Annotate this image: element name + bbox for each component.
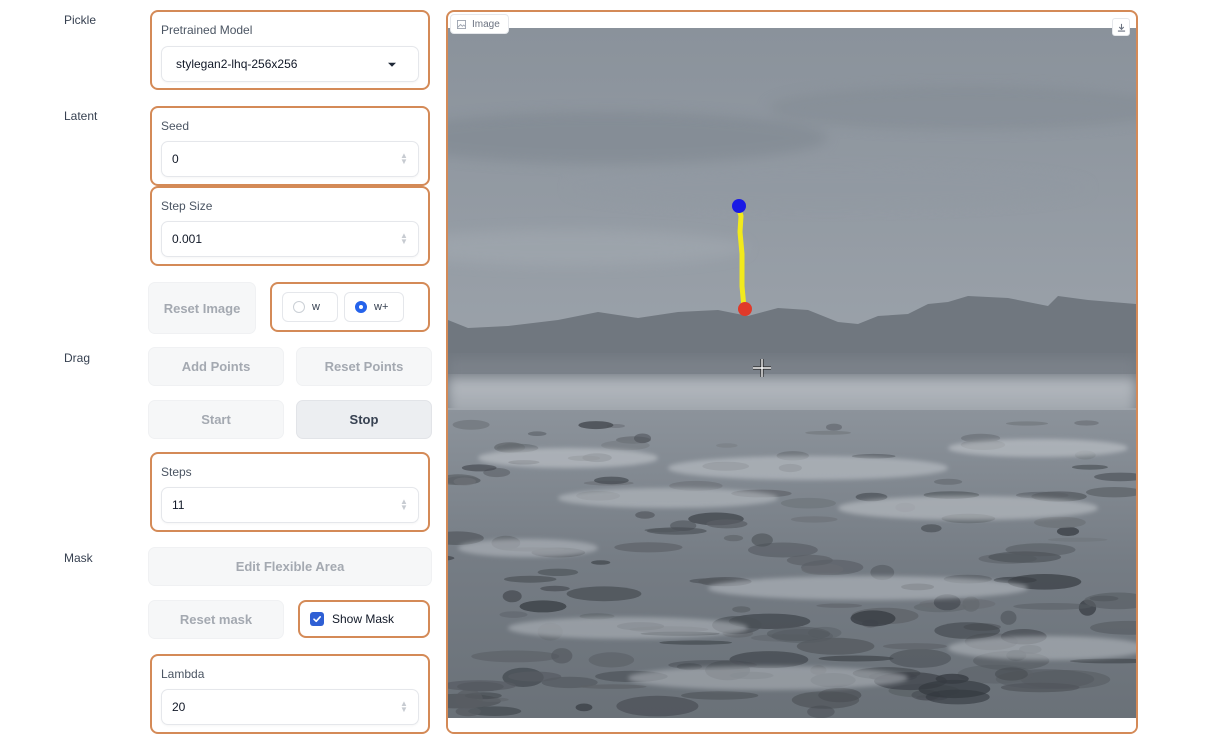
add-points-button[interactable]: Add Points <box>148 347 284 386</box>
reset-points-button[interactable]: Reset Points <box>296 347 432 386</box>
start-button[interactable]: Start <box>148 400 284 439</box>
seed-label: Seed <box>161 119 190 133</box>
pretrained-model-block: Pretrained Model stylegan2-lhq-256x256 <box>150 10 430 90</box>
pretrained-model-label: Pretrained Model <box>161 23 253 37</box>
steps-input[interactable]: 11 ▲ ▼ <box>161 487 419 523</box>
lambda-input[interactable]: 20 ▲ ▼ <box>161 689 419 725</box>
chevron-down-icon <box>388 62 396 67</box>
download-icon[interactable] <box>1112 18 1130 36</box>
handle-point[interactable] <box>732 199 746 213</box>
radio-w-label: w <box>312 301 320 313</box>
lambda-value: 20 <box>172 700 186 714</box>
pretrained-model-value: stylegan2-lhq-256x256 <box>176 57 298 71</box>
seed-value: 0 <box>172 152 179 166</box>
radio-selected-icon <box>355 301 367 313</box>
image-panel: Image <box>446 10 1138 734</box>
step-size-input[interactable]: 0.001 ▲ ▼ <box>161 221 419 257</box>
reset-image-button[interactable]: Reset Image <box>148 282 256 334</box>
lambda-block: Lambda 20 ▲ ▼ <box>150 654 430 734</box>
radio-w-plus-label: w+ <box>374 301 389 313</box>
section-label-drag: Drag <box>64 351 91 365</box>
steps-block: Steps 11 ▲ ▼ <box>150 452 430 532</box>
step-size-block: Step Size 0.001 ▲ ▼ <box>150 186 430 266</box>
edit-flexible-area-button[interactable]: Edit Flexible Area <box>148 547 432 586</box>
spinner-icon[interactable]: ▲ ▼ <box>400 498 408 512</box>
image-bottom-strip <box>448 718 1136 732</box>
step-size-value: 0.001 <box>172 232 203 246</box>
radio-w[interactable]: w <box>282 292 338 322</box>
image-tag-label: Image <box>472 18 500 30</box>
step-size-label: Step Size <box>161 199 213 213</box>
steps-label: Steps <box>161 465 192 479</box>
steps-value: 11 <box>172 498 185 512</box>
latent-space-radio-group: w w+ <box>270 282 430 332</box>
pretrained-model-dropdown[interactable]: stylegan2-lhq-256x256 <box>161 46 419 82</box>
section-label-pickle: Pickle <box>64 13 97 27</box>
radio-w-plus[interactable]: w+ <box>344 292 404 322</box>
seed-input[interactable]: 0 ▲ ▼ <box>161 141 419 177</box>
section-label-mask: Mask <box>64 551 93 565</box>
image-icon <box>457 19 466 29</box>
spinner-icon[interactable]: ▲ ▼ <box>400 232 408 246</box>
section-label-latent: Latent <box>64 109 98 123</box>
checkbox-checked-icon[interactable] <box>310 612 324 626</box>
spinner-icon[interactable]: ▲ ▼ <box>400 700 408 714</box>
target-point[interactable] <box>738 302 752 316</box>
show-mask-label: Show Mask <box>332 612 395 626</box>
radio-circle-icon <box>293 301 305 313</box>
stop-button[interactable]: Stop <box>296 400 432 439</box>
image-tag: Image <box>450 14 509 34</box>
lambda-label: Lambda <box>161 667 205 681</box>
seed-block: Seed 0 ▲ ▼ <box>150 106 430 186</box>
spinner-icon[interactable]: ▲ ▼ <box>400 152 408 166</box>
reset-mask-button[interactable]: Reset mask <box>148 600 284 639</box>
show-mask-checkbox[interactable]: Show Mask <box>298 600 430 638</box>
generated-image[interactable] <box>448 28 1136 718</box>
